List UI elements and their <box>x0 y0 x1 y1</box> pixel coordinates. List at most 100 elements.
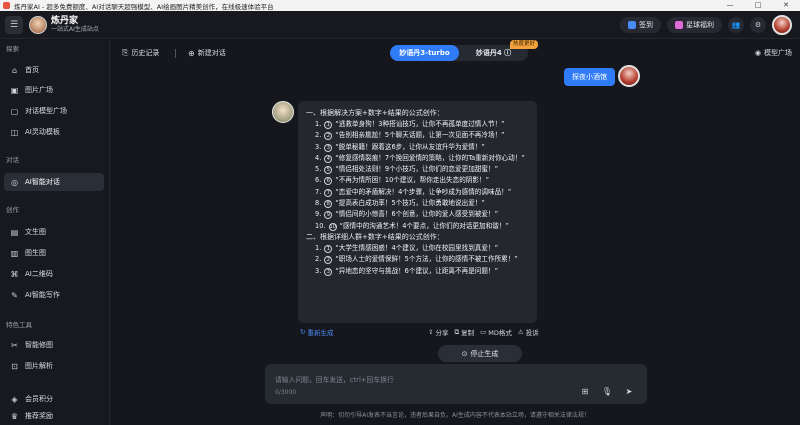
maximize-button[interactable]: □ <box>744 0 772 11</box>
circled-number-icon: 6 <box>324 177 333 186</box>
image-to-image-icon: ▥ <box>10 248 19 258</box>
answer-list-item: 10. 10 “感情中的沟通艺术！4个要点，让你们的对话更加和谐！” <box>306 221 529 232</box>
divider <box>175 49 176 58</box>
circled-number-icon: 3 <box>324 267 333 276</box>
sidebar-item-home[interactable]: ⌂ 首页 <box>4 61 104 79</box>
close-button[interactable]: ✕ <box>772 0 800 11</box>
user-avatar[interactable] <box>772 14 792 35</box>
circled-number-icon: 1 <box>324 244 333 253</box>
answer-heading: 二、根据详细人群+数字+结果的公式创作： <box>306 232 444 241</box>
circled-number-icon: 10 <box>328 222 337 231</box>
sidebar-section-explore: 探索 <box>6 45 19 53</box>
sidebar-section-tools: 特色工具 <box>6 321 32 329</box>
circled-number-icon: 1 <box>324 121 333 129</box>
brand-tagline: 一站式AI生成站点 <box>51 25 99 33</box>
report-icon: ⚠ <box>517 328 524 336</box>
users-icon: 👥 <box>731 20 741 29</box>
send-button[interactable]: ➤ <box>623 386 635 398</box>
share-label: 分享 <box>435 329 449 337</box>
sidebar-item-templates[interactable]: ◫ AI灵动模板 <box>4 123 104 141</box>
answer-list-item: 8. 8 “提高表白成功率！5个技巧，让你勇敢地说出爱！” <box>306 198 529 209</box>
sidebar-item-ai-writing[interactable]: ✎ AI智能写作 <box>4 286 104 304</box>
circled-number-icon: 7 <box>324 188 333 197</box>
refresh-icon: ↻ <box>300 328 306 336</box>
checkin-icon <box>628 20 636 29</box>
menu-toggle-button[interactable]: ☰ <box>5 15 23 34</box>
list-item-text: “感情中的沟通艺术！4个要点，让你们的对话更加和谐！” <box>339 221 509 230</box>
checkin-button[interactable]: 签到 <box>620 16 661 33</box>
sidebar-item-label: 图片解析 <box>25 362 53 370</box>
points-icon: ◈ <box>11 394 18 404</box>
circled-number-icon: 2 <box>324 256 333 265</box>
sidebar-item-label: 对话模型广场 <box>25 107 67 115</box>
chat-square-icon: ▢ <box>10 106 19 116</box>
list-item-text: “恋爱中的矛盾解决！4个步骤，让争吵成为感情的调味品！” <box>335 187 512 196</box>
sidebar-item-ai-chat[interactable]: ◎ AI智能对话 <box>4 173 104 191</box>
upload-image-button[interactable]: ⊞ <box>579 386 591 398</box>
user-message-avatar <box>618 65 640 87</box>
regenerate-button[interactable]: ↻ 重新生成 <box>300 327 333 337</box>
brand-logo[interactable] <box>29 15 47 34</box>
stop-generating-button[interactable]: ⊙ 停止生成 <box>438 345 522 362</box>
copy-button[interactable]: ⧉ 复制 <box>454 327 474 338</box>
sidebar: 探索 ⌂ 首页 ▣ 图片广场 ▢ 对话模型广场 ◫ AI灵动模板 对话 ◎ AI智能对话 … <box>0 40 110 425</box>
user-message: 探夜小酒馆 <box>564 68 615 86</box>
model-square-label: 模型广场 <box>764 49 792 57</box>
image-upload-icon: ⊞ <box>581 387 589 396</box>
write-icon: ✎ <box>11 290 18 300</box>
disclaimer: 声明：切勿引导AI发表不当言论，违者后果自负。AI生成内容不代表本站立场，请遵守… <box>320 412 590 419</box>
model-square-button[interactable]: ◉ 模型广场 <box>755 48 792 58</box>
window-titlebar: 炼丹家AI - 超多免费额度、AI对话聊天超强模型、AI绘画图片精美创作，在线极… <box>0 0 800 11</box>
new-chat-button[interactable]: ⊕ 新建对话 <box>188 48 226 58</box>
sidebar-item-label: 首页 <box>25 66 39 74</box>
report-button[interactable]: ⚠ 投诉 <box>518 327 539 337</box>
share-button[interactable]: ⇪ 分享 <box>428 327 448 337</box>
settings-button[interactable]: ⚙ <box>750 16 766 33</box>
users-button[interactable]: 👥 <box>728 16 744 33</box>
history-button[interactable]: ⎘ 历史记录 <box>122 48 159 58</box>
bot-avatar <box>272 101 294 123</box>
markdown-button[interactable]: ▭ MD格式 <box>480 327 512 337</box>
sidebar-item-reward[interactable]: ♛ 推荐奖励 <box>4 407 104 425</box>
sidebar-item-text-to-image[interactable]: ▤ 文生图 <box>4 223 104 241</box>
circled-number-icon: 8 <box>324 200 333 209</box>
sidebar-item-image-to-image[interactable]: ▥ 图生图 <box>4 244 104 262</box>
markdown-label: MD格式 <box>488 329 512 337</box>
report-label: 投诉 <box>525 329 539 337</box>
sidebar-item-retouch[interactable]: ✂ 智能修图 <box>4 336 104 354</box>
voice-input-button[interactable]: 🎙 <box>601 386 613 398</box>
benefit-button[interactable]: 星球福利 <box>667 16 722 33</box>
benefit-label: 星球福利 <box>686 20 714 29</box>
sidebar-item-model-square[interactable]: ▢ 对话模型广场 <box>4 102 104 120</box>
send-icon: ➤ <box>625 387 633 396</box>
sidebar-item-points[interactable]: ◈ 会员积分 <box>4 390 104 408</box>
sidebar-item-label: 会员积分 <box>25 395 53 403</box>
sidebar-item-analyze[interactable]: ⊡ 图片解析 <box>4 357 104 375</box>
answer-list-item: 1. 1 “大学生情感困惑！4个建议，让你在校园里找到真爱！” <box>306 243 529 254</box>
circled-number-icon: 3 <box>324 143 333 152</box>
message-input[interactable]: 请输入问题，回车发送，ctrl+回车换行 0/3000 ⊞ 🎙 ➤ <box>265 364 647 404</box>
list-dot: . <box>323 221 326 230</box>
sidebar-item-qrcode[interactable]: ⌘ AI二维码 <box>4 265 104 283</box>
model-square-icon: ◉ <box>754 49 761 57</box>
list-item-text: “情侣相处法则！9个小技巧，让你们的恋爱更加甜蜜！” <box>335 165 498 174</box>
sidebar-item-label: AI智能写作 <box>25 291 60 299</box>
text-to-image-icon: ▤ <box>10 227 19 237</box>
circled-number-icon: 5 <box>324 166 333 175</box>
list-dot: . <box>319 243 322 252</box>
image-icon: ▣ <box>10 85 19 95</box>
brand: 炼丹家 一站式AI生成站点 <box>51 16 99 34</box>
minimize-button[interactable]: — <box>716 0 744 11</box>
circled-number-icon: 9 <box>324 211 333 220</box>
list-dot: . <box>319 165 322 174</box>
app-icon <box>3 2 10 9</box>
reward-icon: ♛ <box>10 411 19 421</box>
list-item-text: “大学生情感困惑！4个建议，让你在校园里找到真爱！” <box>335 243 498 252</box>
sidebar-item-image-square[interactable]: ▣ 图片广场 <box>4 81 104 99</box>
model-tab-turbo[interactable]: 妙语丹3-turbo <box>390 45 459 61</box>
list-item-text: “职场人士的爱情保鲜！5个方法，让你的感情不被工作所累！” <box>335 255 518 264</box>
home-icon: ⌂ <box>11 65 18 75</box>
gear-icon: ⚙ <box>754 20 762 29</box>
answer-heading: 一、根据解决方案+数字+结果的公式创作： <box>306 109 444 117</box>
sidebar-item-label: AI二维码 <box>25 270 53 278</box>
